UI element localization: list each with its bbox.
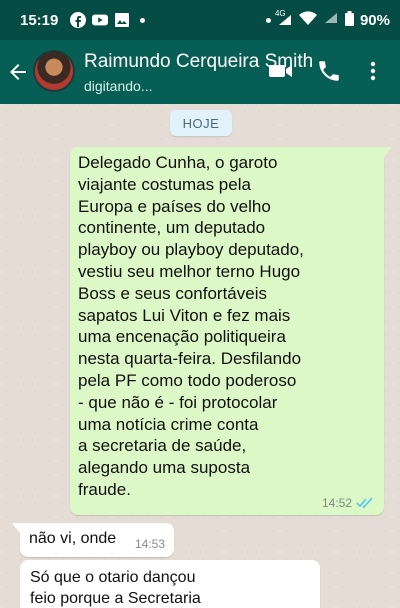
message-time: 14:52 <box>321 496 352 510</box>
date-separator: HOJE <box>170 110 232 136</box>
battery-percent: 90% <box>359 11 390 29</box>
outgoing-message[interactable]: Delegado Cunha, o garoto viajante costum… <box>70 147 392 515</box>
youtube-icon <box>92 12 109 28</box>
message-text: Só que o otario dançou feio porque a Sec… <box>30 569 201 607</box>
more-options-icon[interactable] <box>360 58 386 84</box>
signal-icon <box>323 11 339 29</box>
status-time: 15:19 <box>20 11 59 29</box>
facebook-icon <box>70 12 87 28</box>
typing-status: digitando... <box>84 78 153 94</box>
wifi-icon <box>298 11 317 29</box>
incoming-message[interactable]: não vi, onde 14:53 <box>12 523 174 557</box>
status-bar: 15:19 4G 90% <box>0 0 400 40</box>
incoming-message[interactable]: Só que o otario dançou feio porque a Sec… <box>20 560 320 608</box>
voice-call-icon[interactable] <box>316 58 342 84</box>
video-call-icon[interactable] <box>268 58 294 84</box>
notification-dot <box>140 17 146 23</box>
message-meta: 14:52 <box>322 496 374 510</box>
battery-icon <box>344 10 354 30</box>
gallery-icon <box>114 12 130 28</box>
back-arrow-icon[interactable] <box>6 60 30 84</box>
chat-header: Raimundo Cerqueira Smith digitando... <box>0 40 400 104</box>
signal-4g-icon: 4G <box>275 9 293 27</box>
message-list[interactable]: HOJE Delegado Cunha, o garoto viajante c… <box>0 104 400 608</box>
message-text: não vi, onde <box>29 530 117 547</box>
message-text: Delegado Cunha, o garoto viajante costum… <box>78 153 304 499</box>
message-time: 14:53 <box>134 537 165 551</box>
avatar[interactable] <box>33 50 75 92</box>
status-dot <box>265 17 271 23</box>
read-receipt-icon <box>356 497 374 509</box>
signal-label: 4G <box>274 9 286 18</box>
